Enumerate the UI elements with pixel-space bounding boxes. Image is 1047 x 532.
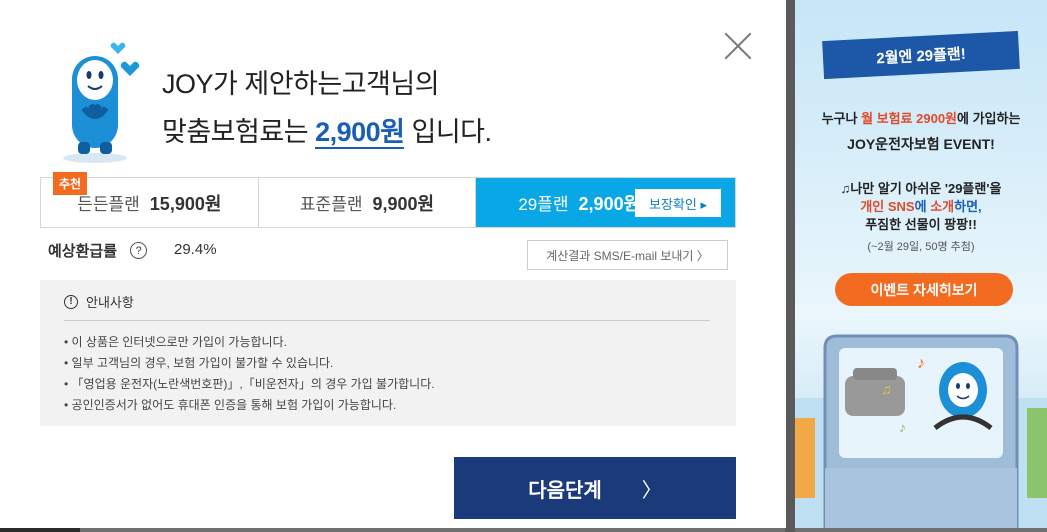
close-icon[interactable]	[722, 30, 754, 62]
list-item: 일부 고객님의 경우, 보험 가입이 불가할 수 있습니다.	[64, 353, 435, 374]
send-result-button[interactable]: 계산결과 SMS/E-mail 보내기 〉	[527, 240, 728, 270]
headline-price: 2,900원	[315, 117, 405, 149]
event-banner[interactable]: 2월엔 29플랜! 누구나 월 보험료 2900원에 가입하는 JOY운전자보험…	[795, 0, 1047, 528]
notice-title: ! 안내사항	[64, 292, 134, 311]
banner-line6: (~2월 29일, 50명 추첨)	[867, 241, 975, 253]
recommend-badge: 추천	[53, 172, 88, 195]
refund-rate-value: 29.4%	[174, 241, 217, 258]
joy-mascot-icon	[63, 42, 140, 163]
refund-rate-label: 예상환급률	[48, 243, 118, 260]
next-step-button[interactable]: 다음단계 〉	[454, 457, 736, 519]
help-icon[interactable]: ?	[130, 242, 147, 259]
notice-box: ! 안내사항 이 상품은 인터넷으로만 가입이 가능합니다. 일부 고객님의 경…	[40, 280, 736, 426]
plan-amount: 9,900원	[372, 193, 435, 214]
chevron-right-icon: 〉	[641, 479, 662, 502]
banner-text: 에	[914, 199, 931, 214]
svg-text:♪: ♪	[917, 355, 925, 372]
banner-line3: ♫나만 알기 아쉬운 '29플랜'을	[840, 181, 1002, 196]
list-item: 「영업용 운전자(노란색번호판)」,「비운전자」의 경우 가입 불가합니다.	[64, 374, 435, 395]
banner-text: 하면,	[954, 199, 982, 214]
banner-ribbon: 2월엔 29플랜!	[822, 30, 1020, 80]
banner-line4: 개인 SNS에 소개하면,	[795, 196, 1047, 215]
headline-suffix: 입니다.	[411, 117, 492, 147]
list-item: 공인인증서가 없어도 휴대폰 인증을 통해 보험 가입이 가능합니다.	[64, 395, 435, 416]
plan-tab-standard[interactable]: 표준플랜 9,900원	[259, 178, 477, 227]
banner-highlight: 개인 SNS	[860, 199, 915, 214]
notice-list: 이 상품은 인터넷으로만 가입이 가능합니다. 일부 고객님의 경우, 보험 가…	[64, 332, 435, 416]
notice-title-text: 안내사항	[86, 295, 134, 310]
background-overlay-gap	[785, 0, 795, 532]
event-detail-button[interactable]: 이벤트 자세히보기	[835, 273, 1013, 306]
plan-name: 표준플랜	[299, 195, 363, 214]
plan-name: 29플랜	[518, 195, 569, 214]
headline-line2: 맞춤보험료는 2,900원 입니다.	[162, 108, 492, 156]
info-icon: !	[64, 294, 78, 309]
headline-line1: JOY가 제안하는고객님의	[162, 69, 440, 99]
svg-text:♫: ♫	[881, 381, 892, 397]
plan-modal: JOY가 제안하는고객님의 맞춤보험료는 2,900원 입니다. 추천 든든플랜…	[0, 0, 786, 528]
headline-prefix: 맞춤보험료는	[162, 117, 309, 147]
banner-line2: JOY운전자보험 EVENT!	[847, 136, 995, 152]
plan-tab-29[interactable]: 29플랜 2,900원 보장확인 ▸	[476, 178, 736, 227]
car-illustration: ♪ ♫ ♪	[795, 334, 1047, 528]
svg-text:♪: ♪	[899, 419, 906, 435]
plan-tabs: 추천 든든플랜 15,900원 표준플랜 9,900원 29플랜 2,900원 …	[40, 172, 736, 228]
banner-highlight: 소개	[930, 199, 955, 214]
banner-line1: 누구나 월 보험료 2900원에 가입하는	[795, 108, 1047, 127]
headline: JOY가 제안하는고객님의 맞춤보험료는 2,900원 입니다.	[162, 60, 492, 156]
banner-text: 누구나	[821, 111, 862, 126]
banner-text: 에 가입하는	[957, 111, 1021, 126]
banner-line5: 푸짐한 선물이 팡팡!!	[865, 217, 977, 232]
plan-amount: 15,900원	[149, 193, 222, 214]
divider	[64, 320, 710, 321]
plan-tab-dundun[interactable]: 추천 든든플랜 15,900원	[41, 172, 259, 227]
next-step-label: 다음단계	[528, 479, 602, 502]
list-item: 이 상품은 인터넷으로만 가입이 가능합니다.	[64, 332, 435, 353]
plan-amount: 2,900원	[578, 193, 641, 214]
banner-highlight: 월 보험료 2900원	[861, 111, 958, 126]
coverage-check-button[interactable]: 보장확인 ▸	[635, 189, 722, 217]
